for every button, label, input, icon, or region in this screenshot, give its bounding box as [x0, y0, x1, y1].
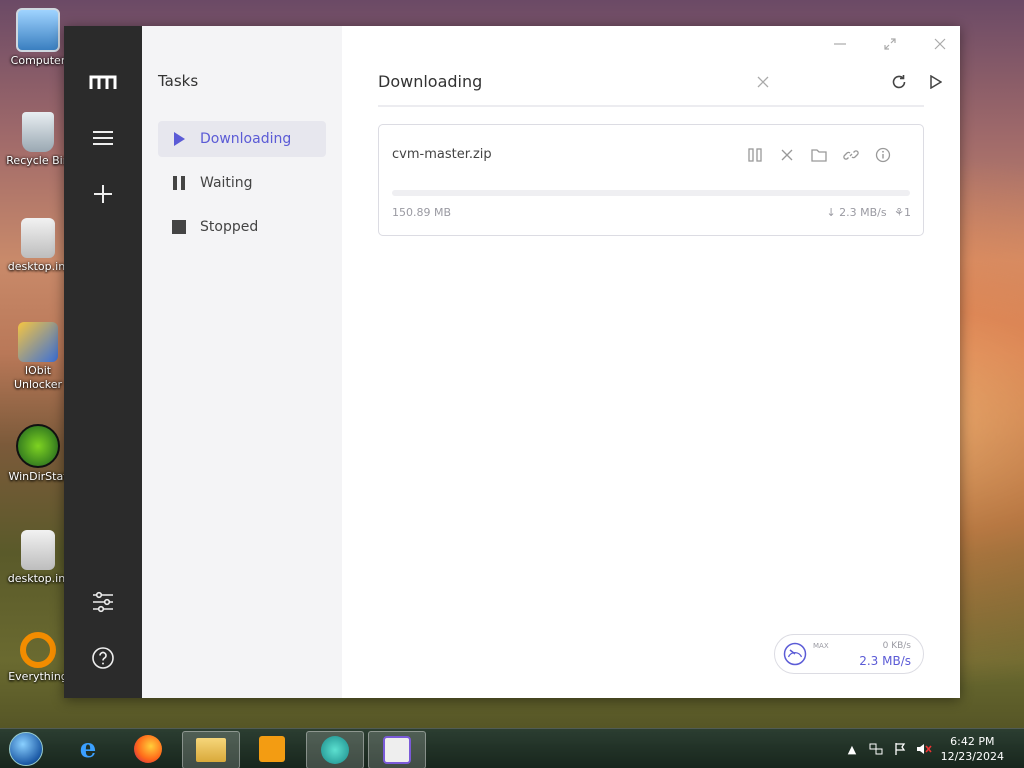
taskbar-motrix[interactable]	[368, 731, 426, 768]
arrow-down-icon: ↓	[826, 206, 836, 219]
internet-explorer-icon: e	[79, 734, 97, 764]
windows-logo-icon	[9, 732, 43, 766]
help-icon[interactable]	[84, 639, 122, 677]
taskbar-internet-explorer[interactable]: e	[60, 731, 116, 767]
taskbar-file-explorer[interactable]	[182, 731, 240, 768]
pause-icon	[172, 176, 186, 190]
taskbar: e ▲ 6:42 PM 12/23/2024	[0, 728, 1024, 768]
close-window-button[interactable]	[928, 32, 952, 56]
add-task-icon[interactable]	[84, 175, 122, 213]
header-divider	[378, 105, 924, 107]
menu-icon[interactable]	[84, 119, 122, 157]
settings-file-icon	[21, 218, 55, 258]
taskbar-clock[interactable]: 6:42 PM 12/23/2024	[941, 734, 1004, 764]
resume-all-icon[interactable]	[924, 70, 948, 94]
sidebar-item-stopped[interactable]: Stopped	[158, 209, 326, 245]
link-icon[interactable]	[841, 145, 861, 165]
info-icon[interactable]	[873, 145, 893, 165]
maximize-button[interactable]	[878, 32, 902, 56]
remove-task-icon[interactable]	[777, 145, 797, 165]
sidebar-item-label: Downloading	[200, 131, 292, 147]
everything-icon	[20, 632, 56, 668]
delete-tasks-button[interactable]	[751, 70, 775, 94]
upload-speed: 0 KB/s	[882, 641, 911, 651]
speed-limit-label: MAX	[813, 642, 829, 650]
sidebar-item-label: Waiting	[200, 175, 253, 191]
windirstat-icon	[16, 424, 60, 468]
action-center-flag-icon[interactable]	[892, 741, 908, 757]
folder-icon	[196, 738, 226, 762]
main-panel: Downloading cvm-master.zip 150.89 MB ↓ 2…	[342, 26, 960, 698]
task-speed: 2.3 MB/s	[839, 206, 887, 219]
app-logo-icon[interactable]	[84, 63, 122, 101]
task-speed-status: ↓ 2.3 MB/s ⚘1	[826, 206, 911, 219]
speedometer-gauge-icon	[783, 642, 807, 666]
page-title: Downloading	[378, 72, 483, 91]
download-progress-bar	[392, 190, 910, 196]
unlocker-icon	[18, 322, 58, 362]
taskbar-firefox[interactable]	[120, 731, 176, 767]
folder-icon[interactable]	[809, 145, 829, 165]
taskbar-media-player[interactable]	[244, 731, 300, 767]
app-icon	[321, 736, 349, 764]
preferences-icon[interactable]	[84, 583, 122, 621]
recycle-bin-icon	[22, 112, 54, 152]
show-hidden-icons[interactable]: ▲	[844, 741, 860, 757]
speedometer[interactable]: MAX 0 KB/s 2.3 MB/s	[774, 634, 924, 674]
download-speed: 2.3 MB/s	[859, 654, 911, 668]
volume-muted-icon[interactable]	[916, 741, 932, 757]
pause-task-icon[interactable]	[745, 145, 765, 165]
settings-file-icon	[21, 530, 55, 570]
task-size: 150.89 MB	[392, 206, 452, 219]
taskbar-app[interactable]	[306, 731, 364, 768]
computer-icon	[16, 8, 60, 52]
network-icon[interactable]	[868, 741, 884, 757]
task-connections: 1	[904, 206, 911, 219]
minimize-button[interactable]	[828, 32, 852, 56]
motrix-icon	[383, 736, 411, 764]
task-item[interactable]: cvm-master.zip 150.89 MB ↓ 2.3 MB/s ⚘1	[378, 124, 924, 236]
sidebar-title: Tasks	[158, 72, 199, 90]
stop-icon	[172, 220, 186, 234]
firefox-icon	[134, 735, 162, 763]
refresh-icon[interactable]	[887, 70, 911, 94]
clock-date: 12/23/2024	[940, 750, 1004, 763]
start-button[interactable]	[0, 731, 52, 767]
connections-icon: ⚘	[894, 206, 904, 219]
motrix-window: Tasks Downloading Waiting Stopped Downlo…	[64, 26, 960, 698]
navigation-rail	[64, 26, 142, 698]
sidebar-item-downloading[interactable]: Downloading	[158, 121, 326, 157]
clock-time: 6:42 PM	[950, 735, 995, 748]
task-filename: cvm-master.zip	[392, 147, 492, 162]
sidebar-item-label: Stopped	[200, 219, 259, 235]
task-sidebar: Tasks Downloading Waiting Stopped	[142, 26, 342, 698]
sidebar-item-waiting[interactable]: Waiting	[158, 165, 326, 201]
play-icon	[172, 132, 186, 146]
media-player-icon	[259, 736, 285, 762]
